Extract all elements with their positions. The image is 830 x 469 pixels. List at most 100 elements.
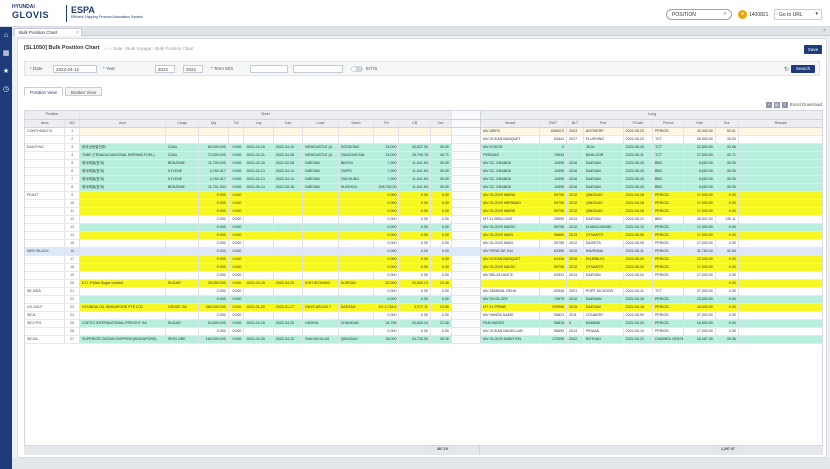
- cell-lay[interactable]: [243, 287, 274, 296]
- cell-hire[interactable]: 26,547.00: [683, 215, 716, 224]
- cell-dur[interactable]: 19.86: [430, 303, 452, 312]
- cell-dur[interactable]: 30.00: [430, 143, 452, 152]
- cell-blt[interactable]: 2015: [566, 303, 584, 312]
- cell-load[interactable]: GAYS ARCAS T: [302, 303, 339, 312]
- cell-dur[interactable]: 30.00: [430, 167, 452, 176]
- cell-dur[interactable]: [430, 135, 452, 144]
- col-dwt[interactable]: DWT: [539, 119, 568, 128]
- cell-dur[interactable]: 0.00: [430, 207, 452, 216]
- cell-fdate[interactable]: 2022-04-28: [623, 207, 653, 216]
- cell-frt[interactable]: 52.000: [373, 279, 400, 288]
- cell-lay[interactable]: [243, 271, 274, 280]
- cell-acct[interactable]: [79, 207, 166, 216]
- cell-area[interactable]: CONTI+BALTIC: [25, 127, 66, 136]
- cell-cargo[interactable]: CRUDE OIL: [165, 303, 200, 312]
- cell-area[interactable]: [25, 167, 66, 176]
- date-input[interactable]: 2022-04-12: [53, 65, 97, 73]
- cell-ldur[interactable]: 0.00: [715, 191, 739, 200]
- cell-area[interactable]: [25, 255, 66, 264]
- cell-period[interactable]: PERIOD: [652, 127, 685, 136]
- cell-vessel[interactable]: MV OCEAN NAGELLAN: [480, 327, 540, 336]
- cell-cargo[interactable]: IRON ORE: [165, 335, 200, 344]
- cell-tol[interactable]: 0.000: [228, 327, 245, 336]
- cell-no[interactable]: 5: [64, 159, 80, 168]
- cell-can[interactable]: [273, 231, 304, 240]
- cell-period[interactable]: CHAINED VESSE: [652, 335, 685, 344]
- cell-lay[interactable]: [243, 199, 274, 208]
- cell-qty[interactable]: 280,000.000: [198, 303, 229, 312]
- cell-vessel[interactable]: MV GLOVIS MAIN: [480, 231, 540, 240]
- cell-can[interactable]: [273, 191, 304, 200]
- cell-hire[interactable]: 17,000.00: [683, 207, 716, 216]
- cell-dur[interactable]: 0.00: [430, 287, 452, 296]
- cell-load[interactable]: [302, 191, 339, 200]
- ets-toggle[interactable]: [351, 66, 363, 72]
- cell-frt[interactable]: 0.000: [373, 247, 400, 256]
- cell-load[interactable]: [302, 327, 339, 336]
- cell-disch[interactable]: TAIPEI: [338, 167, 375, 176]
- cell-blt[interactable]: [566, 143, 584, 152]
- cell-disch[interactable]: [338, 247, 375, 256]
- add-row-icon[interactable]: +: [765, 101, 772, 108]
- cell-load[interactable]: [302, 215, 339, 224]
- col-area[interactable]: Area: [25, 119, 66, 128]
- cell-hire[interactable]: 22,000.00: [683, 255, 716, 264]
- cell-vessel[interactable]: MV ADMIRAL REHA: [480, 287, 540, 296]
- cell-blt[interactable]: 2016: [566, 159, 584, 168]
- cell-remark[interactable]: [738, 255, 822, 264]
- table-row[interactable]: WCA 24 0.000 0.000 0.000 0.00 0.00 MV HANSA NAK…: [25, 311, 822, 320]
- cell-tol[interactable]: 0.000: [228, 231, 245, 240]
- cell-ldur[interactable]: 30.66: [715, 143, 739, 152]
- cell-frt[interactable]: 24.000: [373, 143, 400, 152]
- cell-port[interactable]: CONAKRY: [583, 311, 624, 320]
- cell-ldur[interactable]: 30.00: [715, 135, 739, 144]
- cell-tol[interactable]: 0.000: [228, 215, 245, 224]
- cell-dwt[interactable]: 55755: [539, 207, 568, 216]
- cell-load[interactable]: HAZIRA: [302, 319, 339, 328]
- table-row[interactable]: SE ASIA 21 0.000 0.000 0.000 0.00 0.00 MV ADMIR…: [25, 287, 822, 296]
- table-row[interactable]: 20 E.D. P.Man Sugar Limited SUGAR 25,000.00…: [25, 279, 822, 288]
- cell-qty[interactable]: 0.000: [198, 247, 229, 256]
- cell-period[interactable]: PERIOD: [652, 255, 685, 264]
- cell-tol[interactable]: 0.000: [228, 191, 245, 200]
- cell-cb[interactable]: 11,541.64: [398, 159, 431, 168]
- menu-search-input[interactable]: POSITION ⌕: [666, 9, 732, 20]
- cell-blt[interactable]: 2014: [566, 215, 584, 224]
- cell-dwt[interactable]: 63600.0: [539, 127, 568, 136]
- refresh-icon[interactable]: ↻: [784, 66, 789, 73]
- cell-blt[interactable]: 2010: [566, 295, 584, 304]
- cell-tol[interactable]: 0.000: [228, 263, 245, 272]
- cell-can[interactable]: 2022-04-20: [273, 279, 304, 288]
- cell-ldur[interactable]: 0.00: [715, 319, 739, 328]
- cell-cb[interactable]: 0.00: [398, 239, 431, 248]
- cell-cb[interactable]: 11,541.64: [398, 183, 431, 192]
- cell-ldur[interactable]: 50.01: [715, 127, 739, 136]
- cell-ldur[interactable]: 30.00: [715, 159, 739, 168]
- cell-disch[interactable]: [338, 271, 375, 280]
- cell-disch[interactable]: [338, 255, 375, 264]
- cell-dwt[interactable]: 82528: [539, 287, 568, 296]
- cell-cargo[interactable]: [165, 311, 200, 320]
- cell-port[interactable]: DAESAN: [583, 159, 624, 168]
- cell-qty[interactable]: 4,760.317: [198, 175, 229, 184]
- cell-remark[interactable]: [738, 239, 822, 248]
- cell-dur[interactable]: 0.00: [430, 255, 452, 264]
- cell-cb[interactable]: [398, 127, 431, 136]
- cell-frt[interactable]: [373, 135, 400, 144]
- cell-remark[interactable]: [738, 175, 822, 184]
- cell-no[interactable]: 7: [64, 175, 80, 184]
- cell-acct[interactable]: 현대제철(한국): [79, 175, 166, 184]
- cell-acct[interactable]: [79, 271, 166, 280]
- cell-hire[interactable]: 17,000.00: [683, 199, 716, 208]
- cell-cargo[interactable]: [165, 295, 200, 304]
- cell-frt[interactable]: 0.000: [373, 231, 400, 240]
- cell-period[interactable]: PERIOD: [652, 319, 685, 328]
- cell-hire[interactable]: 17,000.00: [683, 263, 716, 272]
- cell-frt[interactable]: 7.000: [373, 159, 400, 168]
- cell-vessel[interactable]: MV GLOVIS AMBITION: [480, 335, 540, 344]
- table-row[interactable]: 10 0.000 0.000 0.000 0.00 0.00 MV GLOVIS MERMA…: [25, 199, 822, 208]
- col-long-dur[interactable]: Dur: [715, 119, 739, 128]
- cell-lay[interactable]: [243, 215, 274, 224]
- cell-ldur[interactable]: 0.00: [715, 231, 739, 240]
- cell-disch[interactable]: [338, 207, 375, 216]
